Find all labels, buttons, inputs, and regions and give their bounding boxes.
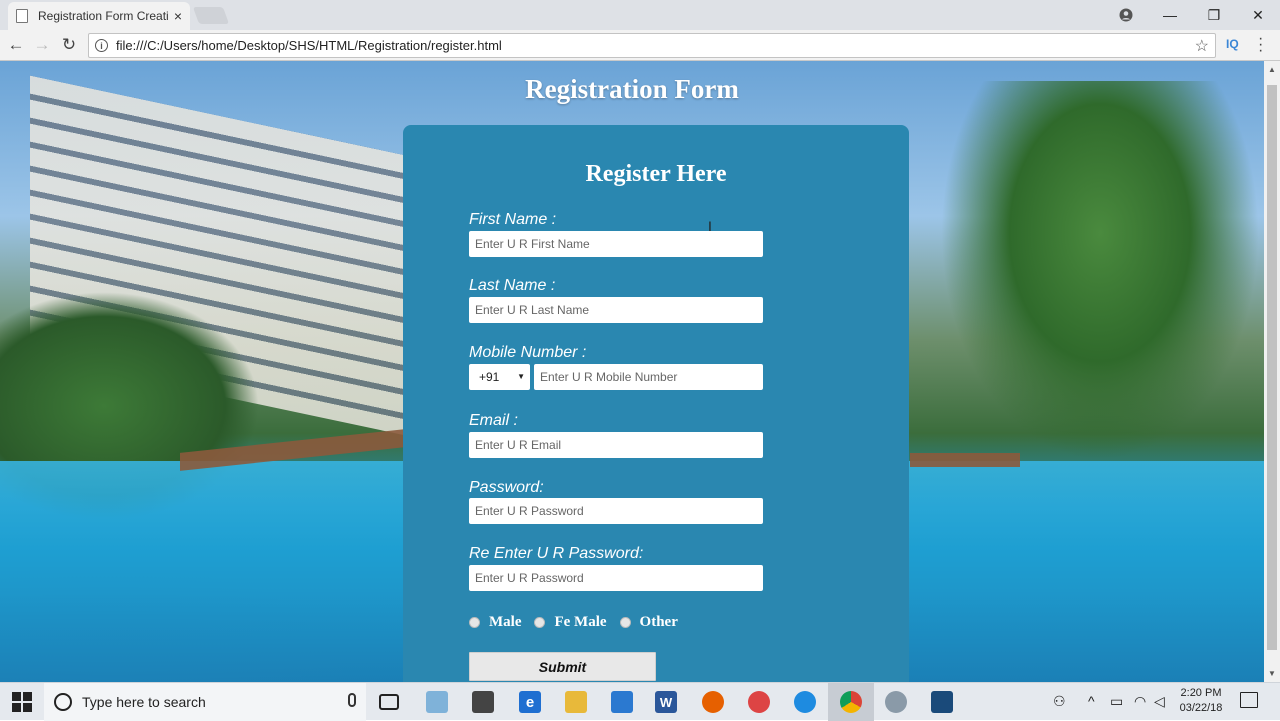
profile-icon[interactable] [1104, 0, 1148, 30]
mobile-input[interactable] [534, 364, 763, 390]
text-cursor-icon: I [708, 218, 712, 234]
first-name-input[interactable] [469, 231, 763, 257]
cortana-icon [54, 693, 72, 711]
first-name-label: First Name : [469, 211, 557, 228]
registration-form: Register Here First Name : Last Name : M… [403, 125, 909, 682]
radio-male[interactable] [469, 617, 480, 628]
word-icon[interactable]: W [655, 691, 677, 713]
chevron-up-icon[interactable]: ^ [1088, 693, 1095, 709]
email-label: Email : [469, 412, 518, 429]
scroll-up-icon[interactable]: ▲ [1268, 65, 1276, 74]
snipping-tool-icon[interactable] [426, 691, 448, 713]
file-explorer-icon[interactable] [565, 691, 587, 713]
windows-taskbar: Type here to search e W ⚇ ^ ▭ ◠ ◁ 2:20 P… [0, 682, 1280, 721]
recorder-icon[interactable] [931, 691, 953, 713]
dropdown-arrow-icon: ▼ [517, 372, 525, 381]
radio-other[interactable] [619, 617, 631, 628]
gender-option-other[interactable]: Other [619, 614, 678, 631]
people-icon[interactable]: ⚇ [1053, 693, 1066, 710]
submit-button[interactable]: Submit [469, 652, 656, 681]
gender-label: Fe Male [554, 614, 607, 630]
menu-dots-icon[interactable]: · · · [1258, 31, 1263, 59]
background-palms [940, 81, 1260, 461]
country-code-value: +91 [479, 370, 500, 384]
gender-label: Other [639, 614, 678, 630]
form-heading: Register Here [585, 161, 727, 187]
reenter-password-input[interactable] [469, 565, 763, 591]
edge-icon[interactable]: e [519, 691, 541, 713]
password-input[interactable] [469, 498, 763, 524]
tab-close-icon[interactable]: × [174, 8, 182, 24]
page-icon [16, 9, 28, 23]
bookmark-star-icon[interactable]: ☆ [1195, 36, 1209, 56]
scroll-down-icon[interactable]: ▼ [1268, 669, 1276, 678]
gender-label: Male [489, 614, 522, 630]
country-code-select[interactable]: +91 ▼ [469, 364, 530, 390]
volume-icon[interactable]: ◁ [1154, 693, 1165, 710]
password-label: Password: [469, 479, 544, 496]
reenter-password-label: Re Enter U R Password: [469, 545, 644, 562]
new-tab-button[interactable] [192, 7, 230, 24]
restore-button[interactable]: ❐ [1192, 0, 1236, 30]
system-clock[interactable]: 2:20 PM 03/22/18 [1170, 686, 1232, 716]
gender-option-male[interactable]: Male [469, 614, 521, 631]
browser-tab[interactable]: Registration Form Creati × [8, 2, 190, 30]
background-bridge-right [910, 453, 1020, 467]
page-viewport: Registration Form Register Here First Na… [0, 61, 1264, 682]
page-title: Registration Form [525, 74, 739, 104]
browser-toolbar: ← → ↻ i file:///C:/Users/home/Desktop/SH… [0, 30, 1280, 61]
tab-title: Registration Form Creati [38, 9, 169, 23]
microphone-icon[interactable] [348, 693, 356, 707]
calculator-icon[interactable] [472, 691, 494, 713]
last-name-label: Last Name : [469, 277, 556, 294]
forward-icon[interactable]: → [30, 34, 54, 56]
url-text: file:///C:/Users/home/Desktop/SHS/HTML/R… [116, 38, 502, 53]
search-placeholder: Type here to search [82, 694, 206, 710]
tab-strip: Registration Form Creati × — ❐ ✕ [0, 0, 1280, 30]
clock-date: 03/22/18 [1179, 702, 1223, 714]
firefox-icon[interactable] [702, 691, 724, 713]
address-bar[interactable]: i file:///C:/Users/home/Desktop/SHS/HTML… [88, 33, 1216, 58]
app-icon[interactable] [885, 691, 907, 713]
zoom-icon[interactable] [794, 691, 816, 713]
gender-option-female[interactable]: Fe Male [534, 614, 607, 631]
extension-iq-icon[interactable]: IQ [1226, 37, 1239, 51]
back-icon[interactable]: ← [4, 34, 28, 56]
notification-icon[interactable] [1240, 692, 1258, 708]
mobile-label: Mobile Number : [469, 344, 587, 361]
store-icon[interactable] [611, 691, 633, 713]
scroll-thumb[interactable] [1267, 85, 1277, 650]
gender-radio-group: Male Fe Male Other [469, 614, 691, 631]
page-scrollbar[interactable]: ▲ ▼ [1264, 61, 1280, 682]
radio-female[interactable] [534, 617, 546, 628]
clock-time: 2:20 PM [1180, 687, 1222, 699]
windows-start-icon[interactable] [12, 692, 32, 712]
battery-icon[interactable]: ▭ [1110, 693, 1123, 710]
info-icon[interactable]: i [95, 39, 108, 52]
minimize-button[interactable]: — [1148, 0, 1192, 30]
paint-icon[interactable] [748, 691, 770, 713]
email-input[interactable] [469, 432, 763, 458]
reload-icon[interactable]: ↻ [57, 34, 81, 56]
wifi-icon[interactable]: ◠ [1134, 693, 1146, 710]
close-button[interactable]: ✕ [1236, 0, 1280, 30]
taskbar-search[interactable]: Type here to search [44, 683, 366, 721]
chrome-icon[interactable] [840, 691, 862, 713]
last-name-input[interactable] [469, 297, 763, 323]
task-view-icon[interactable] [379, 694, 399, 710]
